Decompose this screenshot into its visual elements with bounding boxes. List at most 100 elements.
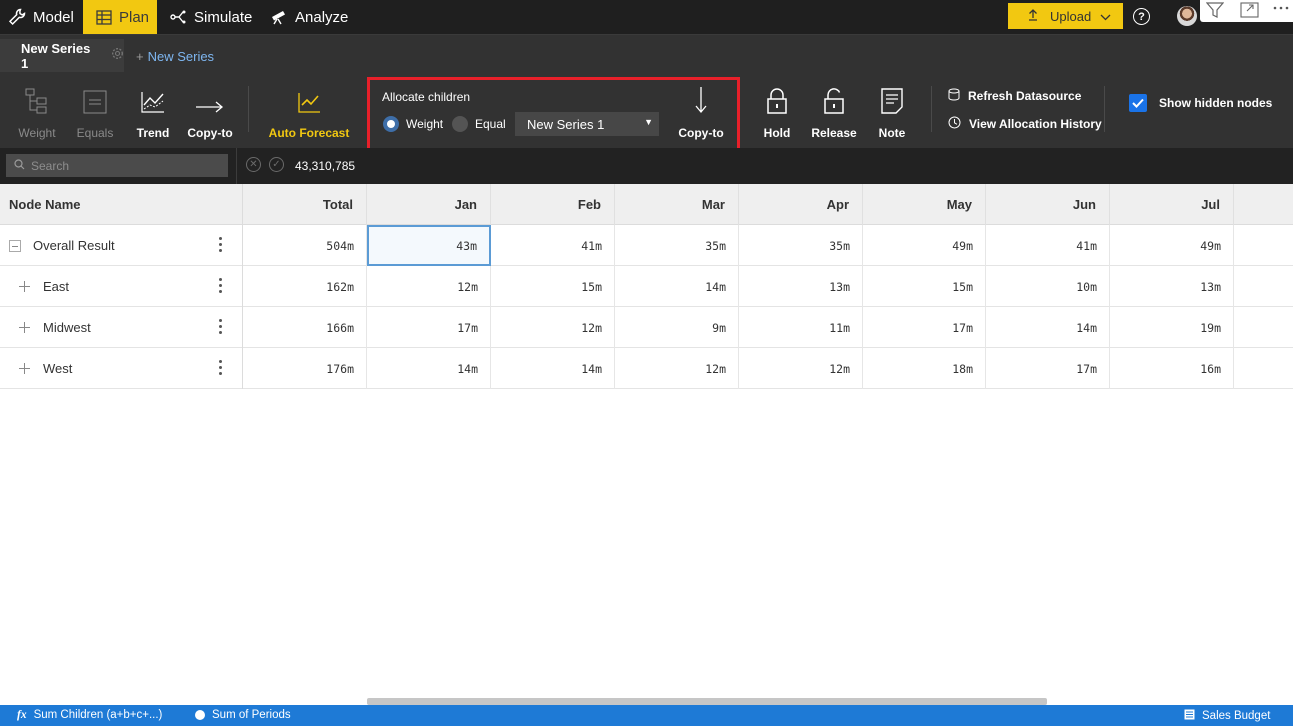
cell-feb[interactable]: 14m <box>491 348 615 389</box>
sum-children-item[interactable]: fx Sum Children (a+b+c+...) <box>17 709 162 721</box>
row-menu-icon[interactable] <box>219 278 222 293</box>
row-menu-icon[interactable] <box>219 360 222 375</box>
header-feb[interactable]: Feb <box>491 184 615 225</box>
header-mar[interactable]: Mar <box>615 184 739 225</box>
header-jan[interactable]: Jan <box>367 184 491 225</box>
cell-may[interactable]: 18m <box>863 348 986 389</box>
formula-value[interactable]: 43,310,785 <box>295 159 355 173</box>
gear-icon[interactable] <box>111 47 124 65</box>
forecast-icon <box>297 72 321 114</box>
cell-jan-selected[interactable]: 43m <box>367 225 491 266</box>
cell-jun[interactable]: 10m <box>986 266 1110 307</box>
trend-button[interactable]: Trend <box>132 72 174 148</box>
expand-icon[interactable] <box>19 362 31 375</box>
new-series-label: New Series <box>147 49 215 64</box>
cell-jan[interactable]: 12m <box>367 266 491 307</box>
copy-to-button[interactable]: Copy-to <box>186 72 234 148</box>
weight-radio[interactable]: Weight <box>383 116 443 132</box>
ribbon-toolbar: Weight Equals Trend Copy-to Auto Forecas… <box>0 72 1293 160</box>
cell-apr[interactable]: 13m <box>739 266 863 307</box>
header-total[interactable]: Total <box>243 184 367 225</box>
node-name-cell[interactable]: Overall Result <box>0 225 243 266</box>
node-name-cell[interactable]: Midwest <box>0 307 243 348</box>
cell-mar[interactable]: 35m <box>615 225 739 266</box>
upload-button[interactable]: Upload <box>1008 3 1123 29</box>
show-hidden-nodes-checkbox[interactable] <box>1129 94 1147 112</box>
more-options-icon[interactable] <box>1272 0 1290 18</box>
cell-feb[interactable]: 15m <box>491 266 615 307</box>
row-menu-icon[interactable] <box>219 237 222 252</box>
node-name-cell[interactable]: East <box>0 266 243 307</box>
weight-button[interactable]: Weight <box>14 72 60 148</box>
cell-jun[interactable]: 17m <box>986 348 1110 389</box>
expand-icon[interactable] <box>1240 2 1259 23</box>
cell-jul[interactable]: 19m <box>1110 307 1234 348</box>
search-input[interactable] <box>31 158 211 173</box>
cell-may[interactable]: 49m <box>863 225 986 266</box>
cell-jun[interactable]: 41m <box>986 225 1110 266</box>
database-icon <box>948 88 960 104</box>
new-series-button[interactable]: + New Series <box>136 49 214 64</box>
cancel-icon[interactable]: ✕ <box>246 157 261 172</box>
cell-apr[interactable]: 35m <box>739 225 863 266</box>
equals-button[interactable]: Equals <box>74 72 116 148</box>
series-tab-active[interactable]: New Series 1 <box>0 39 124 73</box>
release-button[interactable]: Release <box>811 72 857 148</box>
hold-button[interactable]: Hold <box>760 72 794 148</box>
cell-apr[interactable]: 11m <box>739 307 863 348</box>
cell-feb[interactable]: 12m <box>491 307 615 348</box>
cell-feb[interactable]: 41m <box>491 225 615 266</box>
row-menu-icon[interactable] <box>219 319 222 334</box>
arrow-right-icon <box>195 72 225 114</box>
header-may[interactable]: May <box>863 184 986 225</box>
cell-total[interactable]: 162m <box>243 266 367 307</box>
series-dropdown[interactable]: New Series 1 ▼ <box>515 112 659 136</box>
sum-of-periods-item[interactable]: Sum of Periods <box>195 709 291 721</box>
equal-radio[interactable]: Equal <box>452 116 506 132</box>
cell-may[interactable]: 17m <box>863 307 986 348</box>
equals-icon <box>83 72 107 114</box>
tab-simulate[interactable]: Simulate <box>169 0 252 34</box>
confirm-icon[interactable]: ✓ <box>269 157 284 172</box>
view-allocation-history-button[interactable]: View Allocation History <box>948 116 1102 132</box>
search-box <box>6 154 228 177</box>
cell-total[interactable]: 504m <box>243 225 367 266</box>
scenario-item[interactable]: Sales Budget <box>1184 709 1270 723</box>
node-name-cell[interactable]: West <box>0 348 243 389</box>
equals-label: Equals <box>76 126 114 140</box>
note-icon <box>881 72 903 114</box>
cell-mar[interactable]: 9m <box>615 307 739 348</box>
collapse-icon[interactable] <box>9 239 21 252</box>
cell-may[interactable]: 15m <box>863 266 986 307</box>
header-node-name[interactable]: Node Name <box>0 184 243 225</box>
tab-model[interactable]: Model <box>8 0 74 34</box>
cell-total[interactable]: 176m <box>243 348 367 389</box>
cell-jul[interactable]: 13m <box>1110 266 1234 307</box>
allocate-copy-to-button[interactable]: Copy-to <box>676 72 726 148</box>
refresh-datasource-button[interactable]: Refresh Datasource <box>948 88 1081 104</box>
header-apr[interactable]: Apr <box>739 184 863 225</box>
filter-icon[interactable] <box>1205 2 1225 24</box>
window-controls <box>1200 0 1293 22</box>
cell-jun[interactable]: 14m <box>986 307 1110 348</box>
cell-jul[interactable]: 49m <box>1110 225 1234 266</box>
node-name: East <box>43 279 70 294</box>
header-jun[interactable]: Jun <box>986 184 1110 225</box>
cell-jul[interactable]: 16m <box>1110 348 1234 389</box>
cell-total[interactable]: 166m <box>243 307 367 348</box>
horizontal-scrollbar[interactable] <box>367 698 1047 705</box>
note-button[interactable]: Note <box>874 72 910 148</box>
expand-icon[interactable] <box>19 280 31 293</box>
cell-jan[interactable]: 17m <box>367 307 491 348</box>
auto-forecast-button[interactable]: Auto Forecast <box>269 72 349 148</box>
avatar[interactable] <box>1177 6 1197 26</box>
tab-plan[interactable]: Plan <box>83 0 157 34</box>
cell-mar[interactable]: 14m <box>615 266 739 307</box>
expand-icon[interactable] <box>19 321 31 334</box>
cell-jan[interactable]: 14m <box>367 348 491 389</box>
tab-analyze[interactable]: Analyze <box>270 0 348 34</box>
cell-mar[interactable]: 12m <box>615 348 739 389</box>
header-jul[interactable]: Jul <box>1110 184 1234 225</box>
help-icon[interactable]: ? <box>1133 8 1150 25</box>
cell-apr[interactable]: 12m <box>739 348 863 389</box>
